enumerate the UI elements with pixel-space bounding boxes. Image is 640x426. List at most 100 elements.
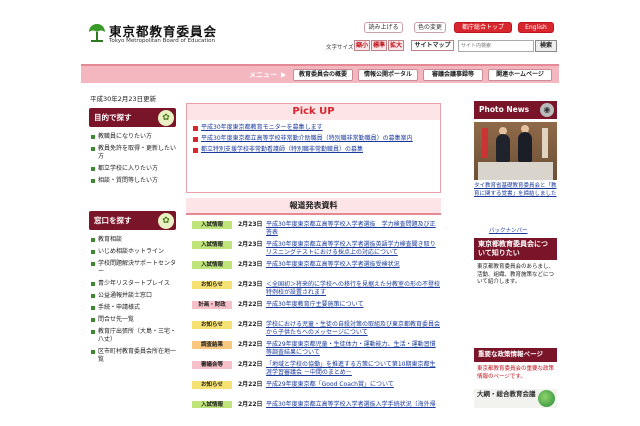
list-item[interactable]: いじめ相談ホットライン [91, 248, 178, 256]
category-badge: 入試情報 [192, 241, 232, 249]
updated-date: 平成30年2月23日更新 [90, 95, 157, 103]
release-date: 2月23日 [238, 221, 263, 228]
nav-info-portal[interactable]: 情報公開ポータル [358, 69, 418, 81]
list-item[interactable]: 教員免許を取得・更新したい方 [91, 145, 178, 161]
person-body [518, 132, 532, 162]
list-item[interactable]: 公益通報并談士窓口 [91, 292, 178, 300]
site-subtitle: Tokyo Metropolitan Board of Education [109, 38, 215, 44]
press-title: 報道発表資料 [186, 198, 441, 213]
backnumber-link[interactable]: バックナンバー [489, 226, 528, 234]
list-item[interactable]: 区市町村教育委員会所在地一覧 [91, 348, 178, 364]
category-badge: 入試情報 [192, 221, 232, 229]
site-header: 東京都教育委員会 Tokyo Metropolitan Board of Edu… [81, 18, 559, 64]
pickup-list: 平成30年度東京都教育モニターを募集します 平成30年度東京都立高等学校非常勤介… [193, 124, 437, 157]
pickup-link[interactable]: 平成30年度東京都立高等学校非常勤介助職員（特別職非常勤職員）の募集案内 [193, 135, 437, 143]
table-row: 審議会等 2月22日 「地域と学校の協働」を推進する方策について第10期東京都生涯学… [186, 359, 441, 379]
category-badge: お知らせ [192, 381, 232, 389]
board-info-header[interactable]: 東京都教育委員会について知りたい [474, 238, 557, 260]
tokyo-logo-icon [89, 24, 105, 42]
nav-related-links[interactable]: 関連ホームページ [488, 69, 552, 81]
purpose-section-title: 目的で探す [94, 113, 132, 122]
list-item[interactable]: 手続・申請様式 [91, 304, 178, 312]
list-item[interactable]: 青少年リスタートプレイス [91, 280, 178, 288]
release-link[interactable]: 学校における児童・生徒の自殺対策の取組及び東京都教育委員会から子供たちへのメッセ… [266, 321, 441, 337]
pickup-box: Pick UP 平成30年度東京都教育モニターを募集します 平成30年度東京都立… [186, 103, 441, 193]
table-shape [478, 162, 553, 180]
contact-section-header: 窓口を探す ✿ [89, 211, 176, 230]
color-change-button[interactable]: 色の変更 [414, 22, 446, 33]
pickup-title: Pick UP [187, 104, 440, 120]
category-badge: 計画・財政 [192, 301, 232, 309]
contact-section-title: 窓口を探す [94, 216, 132, 225]
release-link[interactable]: 平成30年度東京都立高等学校入学者選抜英語学力検査聞き取りリスニングテストにおけ… [266, 241, 441, 257]
release-date: 2月22日 [238, 301, 263, 308]
english-button[interactable]: English [518, 22, 554, 33]
table-row: お知らせ 2月22日 学校における児童・生徒の自殺対策の取組及び東京都教育委員会から… [186, 319, 441, 339]
press-table: 入試情報 2月23日 平成30年度東京都立高等学校入学者選抜 学力検査問題及び正答表… [186, 219, 441, 408]
person-body [496, 134, 510, 162]
search-input[interactable] [458, 40, 534, 52]
release-date: 2月23日 [238, 261, 263, 268]
search-button[interactable]: 検索 [535, 40, 557, 52]
release-date: 2月22日 [238, 321, 263, 328]
chevron-right-icon [281, 72, 286, 78]
table-row: 入試情報 2月23日 平成30年度東京都立高等学校入学者選抜 学力検査問題及び正答表 [186, 219, 441, 239]
nav-minutes[interactable]: 審議会議事録等 [423, 69, 483, 81]
category-badge: 入試情報 [192, 261, 232, 269]
board-info-text: 東京都教育委員会のあらまし、活動、組織、教育施策などについて紹介します。 [477, 264, 555, 285]
category-badge: 審議会等 [192, 361, 232, 369]
nav-overview[interactable]: 教育委員会の概要 [293, 69, 353, 81]
table-row: 入試情報 2月23日 平成30年度東京都立高等学校入学者選抜受検状況 [186, 259, 441, 279]
outline-banner[interactable]: 大綱・総合教育会議 [474, 389, 557, 408]
release-date: 2月22日 [238, 341, 263, 348]
flag-shape [482, 128, 488, 158]
font-standard-button[interactable]: 標準 [371, 40, 387, 51]
policy-header[interactable]: 重要な政策情報ページ [474, 348, 557, 362]
release-date: 2月22日 [238, 381, 263, 388]
photo-news-title: Photo News [479, 105, 530, 114]
category-badge: 入試情報 [192, 401, 232, 408]
release-link[interactable]: 平成30年度教育庁主要施策について [266, 301, 441, 309]
release-link[interactable]: 「地域と学校の協働」を推進する方策について第10期東京都生涯学習審議会 －中間の… [266, 361, 441, 377]
contact-links: 教育相談 いじめ相談ホットライン 学校問題解決サポートセンター 青少年リスタート… [91, 236, 178, 368]
banner-label: 大綱・総合教育会議 [477, 390, 536, 398]
website: 東京都教育委員会 Tokyo Metropolitan Board of Edu… [81, 18, 559, 408]
release-link[interactable]: 平成30年度東京都立高等学校入学者選抜受検状況 [266, 261, 441, 269]
release-link[interactable]: ＜全国初＞将来的に学校への移行を見据えた分教室の形の不登校特例校が設置されます [266, 281, 441, 297]
list-item[interactable]: 教育相談 [91, 236, 178, 244]
top-page-button[interactable]: 都庁総合トップ [454, 22, 512, 33]
table-row: 入試情報 2月23日 平成30年度東京都立高等学校入学者選抜英語学力検査聞き取りリス… [186, 239, 441, 259]
photo-news-header: Photo News ◉ [474, 101, 557, 119]
list-item[interactable]: 学校問題解決サポートセンター [91, 260, 178, 276]
read-aloud-button[interactable]: 読み上げる [364, 22, 403, 33]
category-badge: お知らせ [192, 281, 232, 289]
menu-label: メニュー [249, 71, 277, 79]
press-divider [186, 213, 441, 215]
font-large-button[interactable]: 拡大 [388, 40, 404, 51]
news-photo[interactable] [474, 122, 557, 180]
pickup-link[interactable]: 平成30年度東京都教育モニターを募集します [193, 124, 437, 132]
photo-caption[interactable]: タイ教育省基礎教育委員会と「教育に関する覚書」を締結しました [474, 183, 557, 198]
release-link[interactable]: 平成29年度東京都「Good Coach賞」について [266, 381, 441, 389]
release-link[interactable]: 平成29年度東京都児童・生徒体力・運動能力、生活・運動習慣等調査結果について [266, 341, 441, 357]
release-link[interactable]: 平成30年度東京都立高等学校入学者選抜入学手続状況（海外帰国生徒対象及び在京外国… [266, 401, 441, 408]
pickup-link[interactable]: 都立特別支援学校非常勤看護師（特別職非常勤職員）の募集 [193, 146, 437, 154]
list-item[interactable]: 相談・質問等したい方 [91, 177, 178, 185]
table-row: お知らせ 2月23日 ＜全国初＞将来的に学校への移行を見据えた分教室の形の不登校特例… [186, 279, 441, 299]
purpose-links: 教職員になりたい方 教員免許を取得・更新したい方 都立学校に入りたい方 相談・質… [91, 133, 178, 189]
release-date: 2月22日 [238, 361, 263, 368]
list-item[interactable]: 教職員になりたい方 [91, 133, 178, 141]
sitemap-button[interactable]: サイトマップ [411, 40, 454, 51]
table-row: 調査結果 2月22日 平成29年度東京都児童・生徒体力・運動能力、生活・運動習慣等調… [186, 339, 441, 359]
list-item[interactable]: 問合せ先一覧 [91, 316, 178, 324]
release-link[interactable]: 平成30年度東京都立高等学校入学者選抜 学力検査問題及び正答表 [266, 221, 441, 237]
globe-icon [538, 390, 555, 407]
font-size-label: 文字サイズ [326, 45, 354, 51]
release-date: 2月23日 [238, 281, 263, 288]
table-row: 計画・財政 2月22日 平成30年度教育庁主要施策について [186, 299, 441, 319]
flag-shape [542, 128, 548, 158]
list-item[interactable]: 教育庁出張所（大島・三宅・八丈） [91, 328, 178, 344]
font-small-button[interactable]: 縮小 [354, 40, 370, 51]
list-item[interactable]: 都立学校に入りたい方 [91, 165, 178, 173]
purpose-section-header: 目的で探す ✿ [89, 108, 176, 127]
